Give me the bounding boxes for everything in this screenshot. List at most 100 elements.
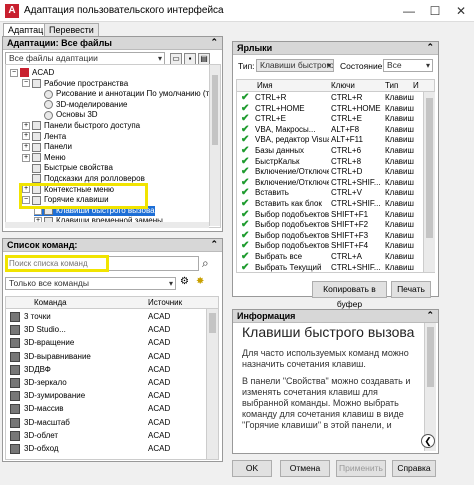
folder-icon [32, 78, 41, 88]
information-header: Информация ⌃ [233, 310, 438, 323]
search-icon[interactable]: ⌕ [202, 256, 209, 271]
command-source: ACAD [148, 430, 171, 440]
command-icon [10, 338, 20, 349]
tree-item[interactable]: Рисование и аннотации По умолчанию (теку… [34, 89, 220, 99]
command-name[interactable]: 3D-обход [24, 443, 59, 455]
tree-item[interactable]: + Меню [22, 153, 66, 163]
collapse-icon[interactable]: ⌃ [426, 42, 434, 53]
shortcuts-header: Ярлыки ⌃ [233, 42, 438, 55]
command-name[interactable]: 3DДВФ [24, 364, 51, 376]
chevron-down-icon: ▾ [168, 279, 173, 288]
collapse-icon[interactable]: ⌃ [426, 310, 434, 321]
col-keys[interactable]: Ключи [331, 80, 355, 92]
col-source[interactable]: Источник [148, 297, 182, 309]
command-name[interactable]: 3D-массив [24, 403, 64, 415]
shortcuts-scrollbar[interactable] [423, 92, 435, 272]
ok-button[interactable]: OK [232, 460, 272, 477]
workspace-icon [44, 89, 53, 99]
command-name[interactable]: 3D-облет [24, 430, 58, 442]
collapse-icon[interactable]: ⌃ [210, 239, 218, 250]
tree-item[interactable]: + Лента [22, 132, 66, 142]
command-icon [10, 378, 20, 388]
new-command-icon[interactable]: ✸ [196, 276, 204, 287]
tree-item-label: 3D-моделирование [56, 99, 128, 109]
shortcut-name[interactable]: Выбрать Текущий [255, 262, 321, 274]
shortcut-keys[interactable]: CTRL+SHIF... [331, 262, 381, 274]
command-scroll-thumb[interactable] [209, 313, 216, 333]
command-name[interactable]: 3D-вращение [24, 337, 74, 349]
autocad-icon: A [5, 4, 19, 18]
workspace-icon [44, 110, 53, 120]
collapse-panels-icon[interactable]: ❮ [421, 434, 435, 448]
new-filter-icon[interactable]: ⚙ [180, 276, 189, 287]
collapse-icon[interactable]: ⌃ [210, 37, 218, 48]
state-value: Все [387, 60, 402, 70]
type-select[interactable]: Клавиши быстрого вызо ▾ [256, 59, 334, 72]
command-name[interactable]: 3 точки [24, 311, 51, 323]
col-type[interactable]: Тип [385, 80, 398, 92]
tree-item[interactable]: − ACAD [10, 68, 54, 78]
command-filter-value: Только все команды [9, 278, 89, 288]
command-source: ACAD [148, 338, 171, 348]
info-scroll-thumb[interactable] [427, 327, 434, 387]
command-filter-select[interactable]: Только все команды ▾ [5, 277, 176, 290]
shortcuts-title: Ярлыки [237, 43, 273, 53]
command-scrollbar[interactable] [206, 309, 218, 459]
minimize-button[interactable]: — [396, 2, 422, 20]
tree-hscrollbar[interactable] [5, 222, 209, 228]
command-table: Команда Источник 3 точки ACAD 3D Studio...… [5, 296, 219, 460]
command-source: ACAD [148, 417, 171, 427]
command-name[interactable]: 3D-выравнивание [24, 351, 91, 363]
tree-scroll-thumb[interactable] [212, 75, 218, 145]
customizations-title: Адаптации: Все файлы [7, 38, 112, 48]
command-icon [10, 391, 20, 402]
command-icon [10, 430, 20, 441]
info-paragraph-2: В панели "Свойства" можно создавать и из… [242, 376, 411, 430]
tree-item[interactable]: + Панели [22, 142, 72, 152]
expand-icon[interactable]: + [22, 153, 30, 162]
command-name[interactable]: 3D Studio... [24, 324, 66, 336]
expand-icon[interactable]: + [22, 143, 30, 152]
type-value: Клавиши быстрого вызо [260, 60, 334, 70]
tree-item-label: Панели быстрого доступа [44, 121, 141, 130]
command-table-header: Команда Источник [6, 297, 218, 309]
help-button[interactable]: Справка [392, 460, 436, 477]
highlight-search [5, 255, 109, 272]
tree-item[interactable]: 3D-моделирование [34, 100, 128, 110]
close-button[interactable]: ✕ [448, 2, 474, 20]
shortcuts-scroll-thumb[interactable] [426, 98, 433, 238]
maximize-button[interactable]: ☐ [422, 2, 448, 20]
cancel-button[interactable]: Отмена [280, 460, 330, 477]
expand-icon[interactable]: + [22, 121, 30, 130]
command-name[interactable]: 3D-зумирование [24, 390, 85, 402]
tree-item-label: Лента [44, 131, 67, 141]
col-command[interactable]: Команда [34, 297, 67, 309]
info-scrollbar[interactable] [424, 323, 436, 451]
tree-scrollbar[interactable] [209, 65, 220, 226]
print-button[interactable]: Печать [391, 281, 431, 298]
command-name[interactable]: 3D-масштаб [24, 417, 70, 429]
tree-item[interactable]: Быстрые свойства [22, 163, 113, 173]
copy-to-clipboard-button[interactable]: Копировать в буфер [312, 281, 387, 309]
col-name[interactable]: Имя [257, 80, 273, 92]
tab-transfer[interactable]: Перевести [44, 23, 99, 36]
tree-item-label: Подсказки для ролловеров [44, 174, 145, 183]
tree-item-label: Быстрые свойства [44, 163, 113, 173]
expand-icon[interactable]: + [22, 132, 30, 141]
state-select[interactable]: Все ▾ [383, 59, 433, 72]
customizations-header: Адаптации: Все файлы ⌃ [3, 37, 222, 50]
collapse-icon[interactable]: − [10, 68, 18, 77]
information-title: Информация [237, 311, 296, 321]
tree-item[interactable]: Основы 3D [34, 110, 98, 120]
type-label: Тип: [238, 61, 255, 71]
command-name[interactable]: 3D-зеркало [24, 377, 67, 389]
apply-button[interactable]: Применить [336, 460, 386, 477]
tree-item[interactable]: − Рабочие пространства [22, 79, 128, 89]
col-extra[interactable]: И [413, 80, 419, 92]
tree-item[interactable]: + Панели быстрого доступа [22, 121, 140, 131]
command-icon [10, 444, 20, 454]
collapse-icon[interactable]: − [22, 79, 30, 88]
shortcut-type[interactable]: Клавиш [385, 262, 414, 274]
shortcuts-table-header: Имя Ключи Тип И [237, 80, 434, 92]
chevron-down-icon: ▾ [425, 61, 430, 70]
